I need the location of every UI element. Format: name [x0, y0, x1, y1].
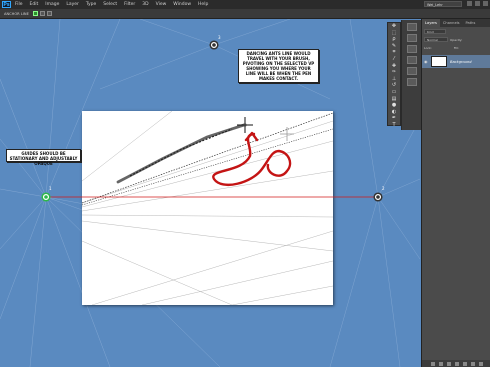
layer-style-icon[interactable] — [438, 361, 443, 366]
new-layer-icon[interactable] — [470, 361, 475, 366]
guides-note: Guides should be stationary and adjustab… — [6, 149, 81, 166]
blur-tool-icon[interactable]: ● — [389, 102, 399, 109]
menu-view[interactable]: View — [156, 0, 167, 9]
opacity-label: Opacity: — [450, 37, 463, 42]
brush-tool-icon[interactable]: ✑ — [389, 69, 399, 76]
tools-panel: ✥ ⬚ ρ ✎ ⌗ ⁄ ✚ ✑ ⊥ ↺ ▭ ▤ ● ◐ ✒ T — [387, 22, 401, 129]
link-layers-icon[interactable] — [430, 361, 435, 366]
photoshop-logo: Ps — [2, 1, 11, 8]
eraser-tool-icon[interactable]: ▭ — [389, 89, 399, 96]
ants-note: Dancing ants line would travel with your… — [238, 49, 319, 83]
menu-image[interactable]: Image — [45, 0, 59, 9]
quick-select-tool-icon[interactable]: ✎ — [389, 43, 399, 50]
properties-panel-icon[interactable] — [406, 67, 417, 75]
minimize-icon[interactable] — [467, 1, 472, 6]
menu-select[interactable]: Select — [103, 0, 117, 9]
tab-channels[interactable]: Channels — [440, 19, 463, 27]
menu-layer[interactable]: Layer — [66, 0, 79, 9]
vp-right-label: 2 — [382, 186, 385, 191]
history-brush-icon[interactable]: ↺ — [389, 82, 399, 89]
menu-window[interactable]: Window — [173, 0, 191, 9]
adjustment-layer-icon[interactable] — [454, 361, 459, 366]
menu-type[interactable]: Type — [86, 0, 96, 9]
eyedropper-tool-icon[interactable]: ⁄ — [389, 56, 399, 63]
visibility-eye-icon[interactable]: ◉ — [424, 59, 428, 64]
menu-help[interactable]: Help — [198, 0, 208, 9]
option-toggle-3[interactable] — [46, 11, 52, 16]
panel-tabs: Layers Channels Paths — [422, 19, 490, 27]
dodge-tool-icon[interactable]: ◐ — [389, 109, 399, 116]
options-bar: ANCHOR LINE — [0, 9, 490, 19]
vanishing-points-overlay: 1 2 3 — [41, 35, 385, 202]
menu-file[interactable]: File — [15, 0, 23, 9]
panel-dock-strip — [401, 20, 421, 130]
tab-paths[interactable]: Paths — [463, 19, 479, 27]
stamp-tool-icon[interactable]: ⊥ — [389, 76, 399, 83]
add-mask-icon[interactable] — [446, 361, 451, 366]
blend-row: Normal Opacity: — [424, 36, 489, 43]
workspace-select[interactable]: Wei_Lehr — [424, 1, 462, 7]
window-controls — [467, 1, 488, 6]
lock-row: Lock: Fill: — [424, 44, 489, 51]
new-group-icon[interactable] — [462, 361, 467, 366]
vp-top-handle[interactable] — [209, 40, 219, 50]
healing-tool-icon[interactable]: ✚ — [389, 63, 399, 70]
tab-layers[interactable]: Layers — [422, 19, 440, 27]
panel-footer — [422, 360, 490, 367]
tool-preset-label[interactable]: ANCHOR LINE — [4, 12, 29, 16]
fill-label: Fill: — [453, 45, 459, 50]
layer-name[interactable]: Background — [450, 60, 472, 64]
canvas-workspace[interactable]: 1 2 3 Dancing ants line would travel wit… — [0, 19, 420, 367]
history-panel-icon[interactable] — [406, 23, 417, 31]
option-toggle-1[interactable] — [32, 11, 38, 16]
vp-top-label: 3 — [218, 35, 221, 40]
lasso-tool-icon[interactable]: ρ — [389, 36, 399, 43]
layers-panel: Layers Channels Paths Kind Normal Opacit… — [421, 19, 490, 367]
adjustments-panel-icon[interactable] — [406, 56, 417, 64]
layer-row[interactable]: ◉ Background — [422, 55, 490, 68]
option-toggle-2[interactable] — [39, 11, 45, 16]
maximize-icon[interactable] — [475, 1, 480, 6]
menu-3d[interactable]: 3D — [142, 0, 148, 9]
character-panel-icon[interactable] — [406, 78, 417, 86]
move-tool-icon[interactable]: ✥ — [389, 23, 399, 30]
menu-edit[interactable]: Edit — [30, 0, 39, 9]
gradient-tool-icon[interactable]: ▤ — [389, 96, 399, 103]
menu-filter[interactable]: Filter — [124, 0, 135, 9]
swatches-panel-icon[interactable] — [406, 34, 417, 42]
menu-bar: Ps File Edit Image Layer Type Select Fil… — [0, 0, 490, 9]
layer-kind-filter[interactable]: Kind — [424, 29, 446, 34]
vp-right-handle[interactable] — [373, 192, 383, 202]
blend-mode-select[interactable]: Normal — [424, 37, 448, 42]
trash-icon[interactable] — [478, 361, 483, 366]
vp-left-label: 1 — [49, 186, 52, 191]
brushes-panel-icon[interactable] — [406, 45, 417, 53]
layer-thumbnail — [431, 56, 447, 67]
crop-tool-icon[interactable]: ⌗ — [389, 49, 399, 56]
lock-label: Lock: — [424, 45, 432, 50]
pen-tool-icon[interactable]: ✒ — [389, 115, 399, 122]
marquee-tool-icon[interactable]: ⬚ — [389, 30, 399, 37]
vp-left-handle[interactable] — [41, 192, 51, 202]
type-tool-icon[interactable]: T — [389, 122, 399, 129]
close-icon[interactable] — [483, 1, 488, 6]
filter-row: Kind — [424, 28, 489, 35]
